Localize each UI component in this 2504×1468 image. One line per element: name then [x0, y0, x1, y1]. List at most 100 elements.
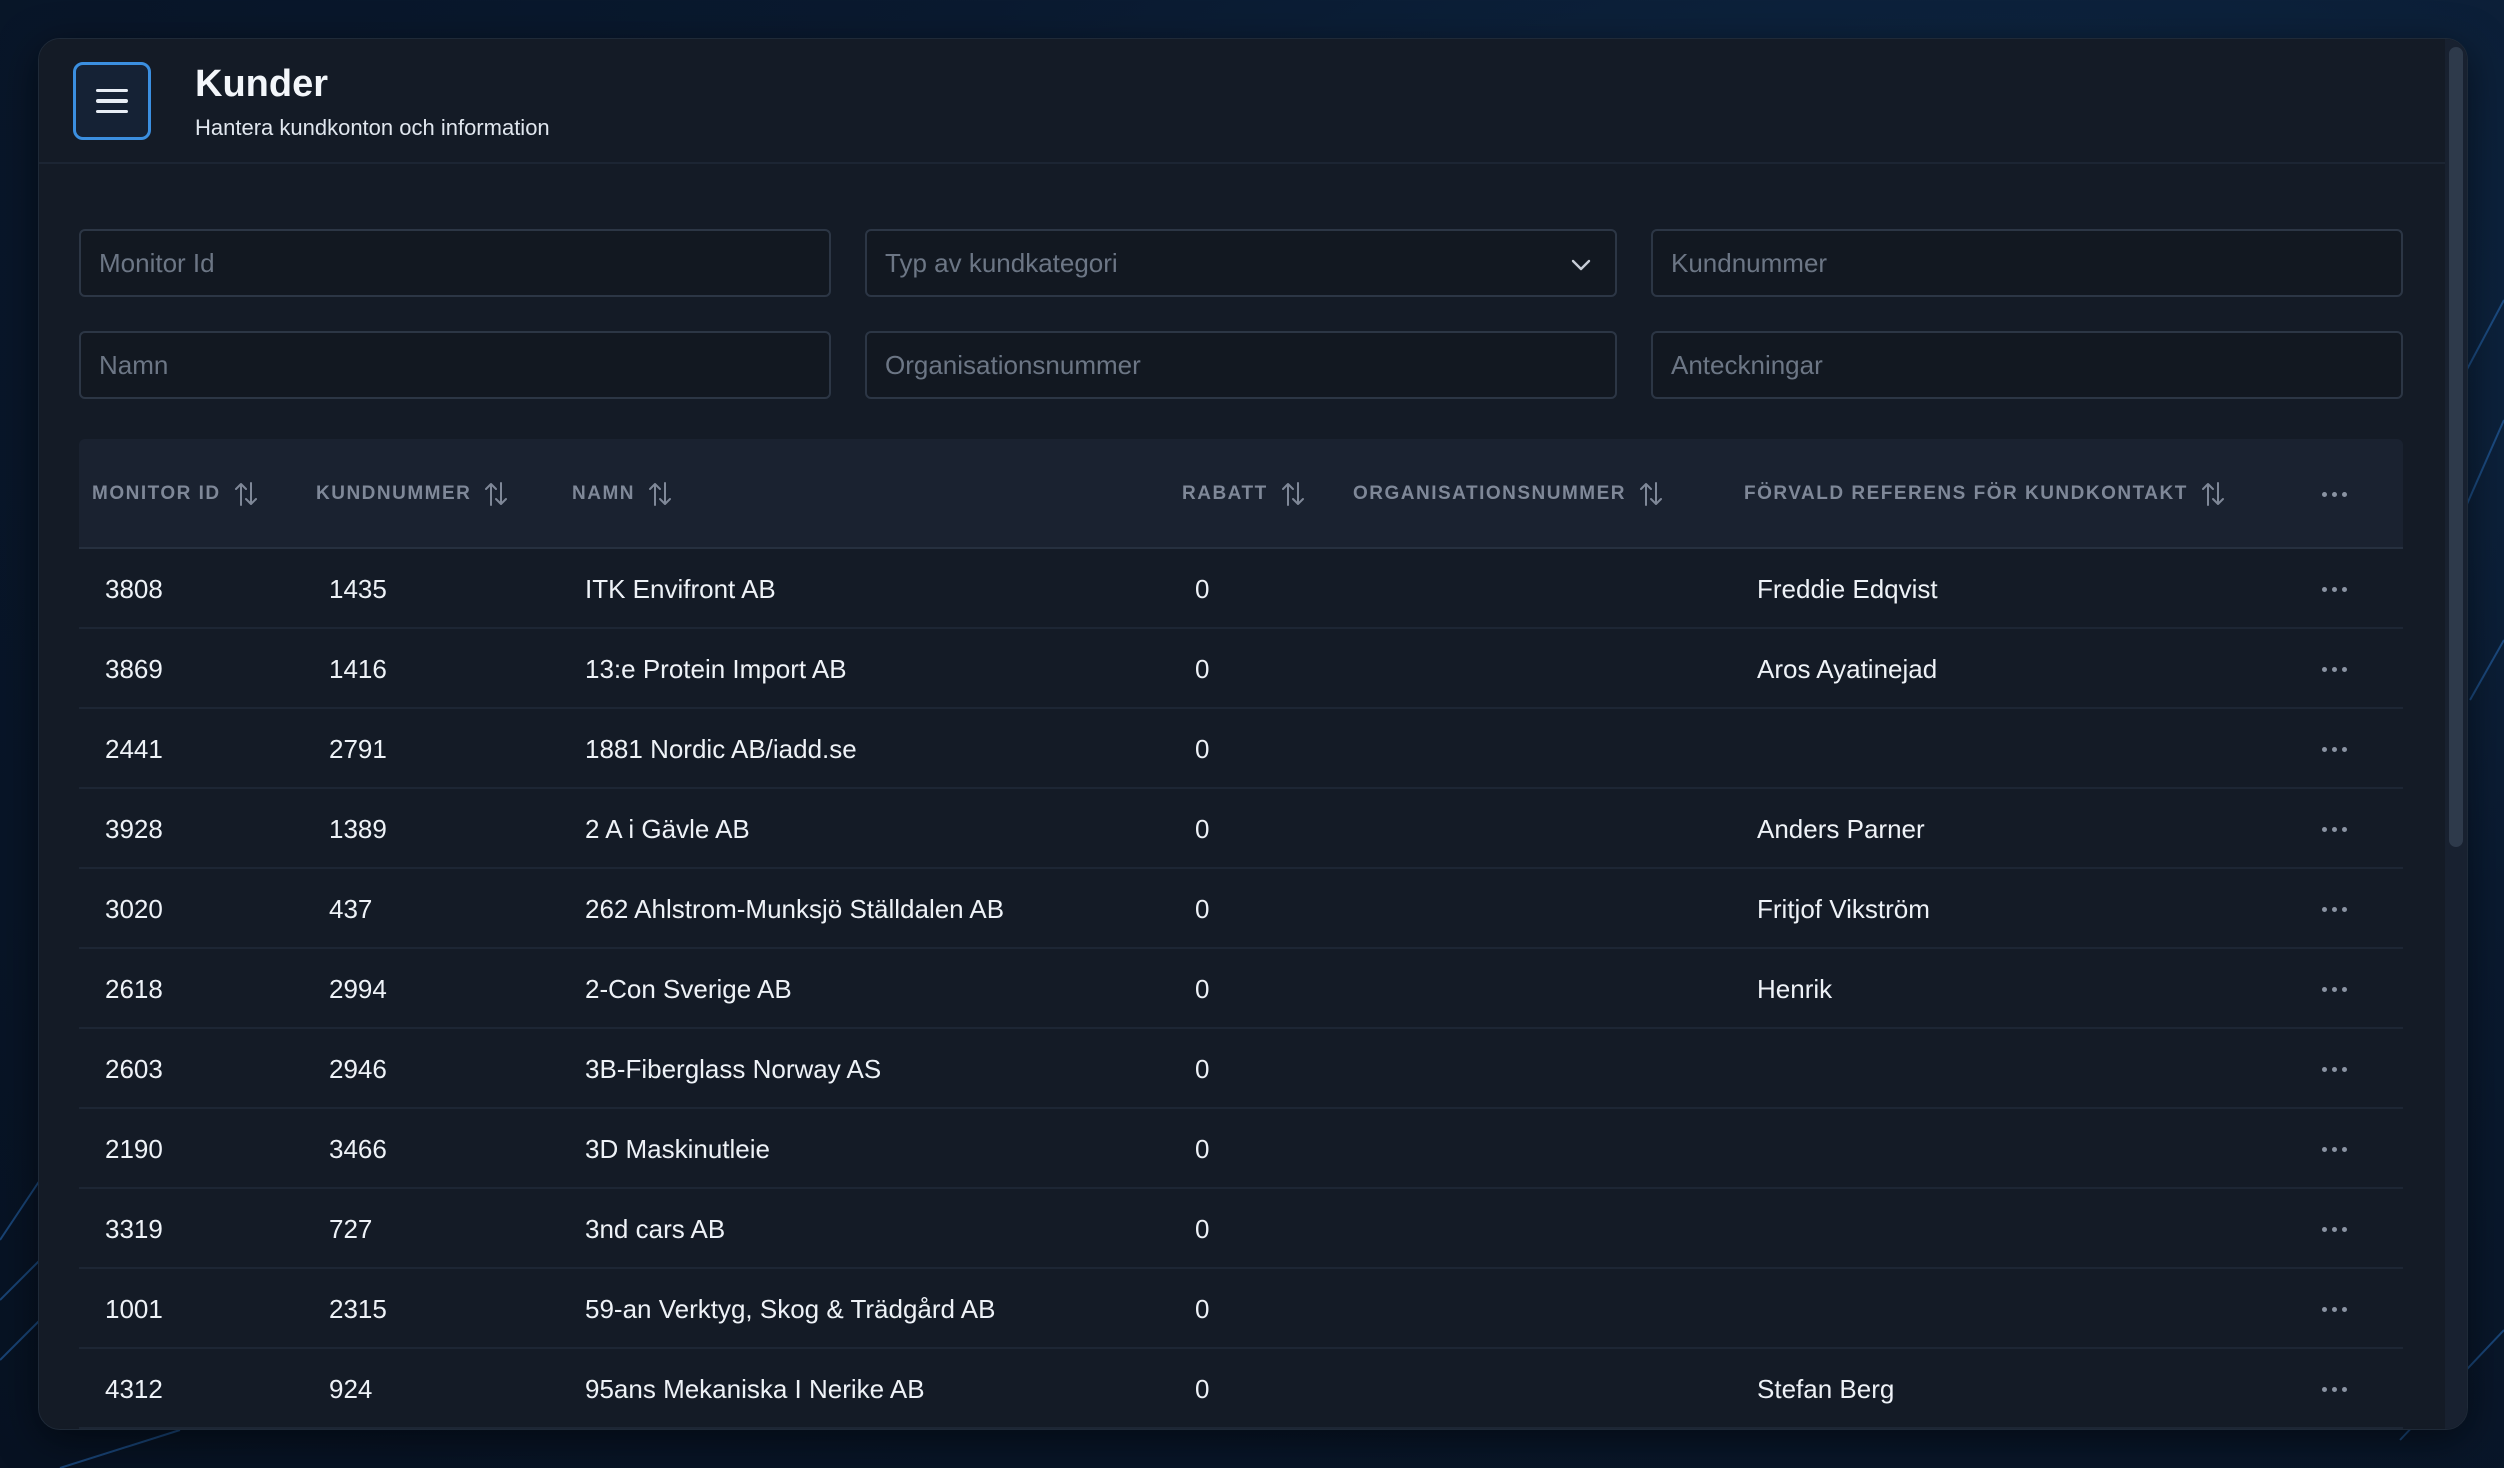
monitor-id-field[interactable] — [79, 229, 831, 297]
cell-kundnummer: 1435 — [329, 573, 387, 604]
more-horizontal-icon[interactable] — [2322, 1189, 2347, 1269]
cell-namn: 1881 Nordic AB/iadd.se — [585, 733, 857, 764]
customers-panel: Kunder Hantera kundkonton och informatio… — [38, 38, 2468, 1430]
column-header-referens[interactable]: FÖRVALD REFERENS FÖR KUNDKONTAKT — [1744, 439, 2226, 549]
more-horizontal-icon[interactable] — [2322, 709, 2347, 789]
cell-kundnummer: 3466 — [329, 1133, 387, 1164]
sort-arrows-icon — [649, 482, 671, 506]
column-header-kundnummer[interactable]: KUNDNUMMER — [316, 439, 509, 549]
cell-rabatt: 0 — [1195, 1133, 1210, 1164]
cell-rabatt: 0 — [1195, 573, 1210, 604]
cell-monitor-id: 3808 — [105, 573, 163, 604]
table-row[interactable]: 3869 1416 13:e Protein Import AB 0 Aros … — [79, 629, 2403, 709]
cell-referens: Henrik — [1757, 973, 1833, 1004]
sort-arrows-icon — [1281, 482, 1304, 506]
cell-namn: 262 Ahlstrom-Munksjö Ställdalen AB — [585, 893, 1005, 924]
more-horizontal-icon[interactable] — [2322, 1029, 2347, 1109]
more-horizontal-icon[interactable] — [2322, 1349, 2347, 1429]
cell-monitor-id: 2603 — [105, 1053, 163, 1084]
sort-arrows-icon — [1640, 482, 1663, 506]
cell-monitor-id: 3020 — [105, 893, 163, 924]
hamburger-menu-icon — [96, 88, 128, 114]
cell-namn: 3nd cars AB — [585, 1213, 726, 1244]
column-label: FÖRVALD REFERENS FÖR KUNDKONTAKT — [1744, 483, 2188, 504]
kundkategori-placeholder: Typ av kundkategori — [885, 247, 1118, 278]
namn-field[interactable] — [79, 331, 831, 399]
table-row[interactable]: 3928 1389 2 A i Gävle AB 0 Anders Parner — [79, 789, 2403, 869]
vertical-scrollbar[interactable] — [2445, 39, 2467, 1429]
table-row[interactable]: 3808 1435 ITK Envifront AB 0 Freddie Edq… — [79, 549, 2403, 629]
column-label: MONITOR ID — [92, 483, 221, 504]
more-horizontal-icon[interactable] — [2322, 869, 2347, 949]
cell-namn: ITK Envifront AB — [585, 573, 776, 604]
cell-kundnummer: 1389 — [329, 813, 387, 844]
more-horizontal-icon[interactable] — [2322, 549, 2347, 629]
cell-monitor-id: 2441 — [105, 733, 163, 764]
cell-monitor-id: 4312 — [105, 1373, 163, 1404]
cell-namn: 3B-Fiberglass Norway AS — [585, 1053, 882, 1084]
page-subtitle: Hantera kundkonton och information — [195, 115, 550, 140]
column-label: RABATT — [1182, 483, 1268, 504]
kundnummer-field[interactable] — [1651, 229, 2403, 297]
cell-referens: Stefan Berg — [1757, 1373, 1895, 1404]
customers-table: MONITOR ID KUNDNUMMER NAMN RABATT ORGANI… — [79, 439, 2403, 1429]
cell-monitor-id: 3319 — [105, 1213, 163, 1244]
table-row[interactable]: 3020 437 262 Ahlstrom-Munksjö Ställdalen… — [79, 869, 2403, 949]
chevron-down-icon — [1571, 259, 1591, 271]
table-row[interactable]: 2618 2994 2-Con Sverige AB 0 Henrik — [79, 949, 2403, 1029]
cell-namn: 13:e Protein Import AB — [585, 653, 847, 684]
monitor-id-input[interactable] — [99, 247, 829, 279]
column-header-monitor-id[interactable]: MONITOR ID — [92, 439, 259, 549]
table-row[interactable]: 2603 2946 3B-Fiberglass Norway AS 0 — [79, 1029, 2403, 1109]
cell-kundnummer: 2315 — [329, 1293, 387, 1324]
more-horizontal-icon[interactable] — [2322, 629, 2347, 709]
column-header-rabatt[interactable]: RABATT — [1182, 439, 1306, 549]
cell-rabatt: 0 — [1195, 1053, 1210, 1084]
column-label: NAMN — [572, 483, 635, 504]
more-horizontal-icon[interactable] — [2322, 1109, 2347, 1189]
cell-kundnummer: 437 — [329, 893, 373, 924]
column-header-organisationsnummer[interactable]: ORGANISATIONSNUMMER — [1353, 439, 1664, 549]
kundnummer-input[interactable] — [1671, 247, 2401, 279]
cell-kundnummer: 2994 — [329, 973, 387, 1004]
cell-namn: 3D Maskinutleie — [585, 1133, 770, 1164]
cell-monitor-id: 3869 — [105, 653, 163, 684]
column-header-namn[interactable]: NAMN — [572, 439, 673, 549]
more-horizontal-icon[interactable] — [2322, 789, 2347, 869]
filter-section: Typ av kundkategori — [79, 229, 2403, 433]
cell-rabatt: 0 — [1195, 813, 1210, 844]
cell-kundnummer: 727 — [329, 1213, 373, 1244]
cell-namn: 2-Con Sverige AB — [585, 973, 792, 1004]
table-row[interactable]: 3319 727 3nd cars AB 0 — [79, 1189, 2403, 1269]
more-horizontal-icon[interactable] — [2322, 439, 2347, 549]
cell-monitor-id: 2618 — [105, 973, 163, 1004]
more-horizontal-icon[interactable] — [2322, 1269, 2347, 1349]
page-header: Kunder Hantera kundkonton och informatio… — [39, 39, 2467, 164]
cell-rabatt: 0 — [1195, 1293, 1210, 1324]
menu-button[interactable] — [73, 62, 151, 140]
organisationsnummer-input[interactable] — [885, 349, 1615, 381]
cell-rabatt: 0 — [1195, 733, 1210, 764]
more-horizontal-icon[interactable] — [2322, 949, 2347, 1029]
table-row[interactable]: 1001 2315 59-an Verktyg, Skog & Trädgård… — [79, 1269, 2403, 1349]
scrollbar-thumb[interactable] — [2449, 47, 2463, 847]
anteckningar-input[interactable] — [1671, 349, 2401, 381]
sort-arrows-icon — [234, 482, 257, 506]
cell-namn: 59-an Verktyg, Skog & Trädgård AB — [585, 1293, 996, 1324]
anteckningar-field[interactable] — [1651, 331, 2403, 399]
cell-rabatt: 0 — [1195, 653, 1210, 684]
table-row[interactable]: 4312 924 95ans Mekaniska I Nerike AB 0 S… — [79, 1349, 2403, 1429]
table-header: MONITOR ID KUNDNUMMER NAMN RABATT ORGANI… — [79, 439, 2403, 549]
page-title: Kunder — [195, 63, 328, 105]
organisationsnummer-field[interactable] — [865, 331, 1617, 399]
cell-namn: 2 A i Gävle AB — [585, 813, 750, 844]
table-row[interactable]: 2441 2791 1881 Nordic AB/iadd.se 0 — [79, 709, 2403, 789]
cell-referens: Fritjof Vikström — [1757, 893, 1930, 924]
namn-input[interactable] — [99, 349, 829, 381]
cell-kundnummer: 2791 — [329, 733, 387, 764]
cell-monitor-id: 1001 — [105, 1293, 163, 1324]
table-row[interactable]: 2190 3466 3D Maskinutleie 0 — [79, 1109, 2403, 1189]
cell-kundnummer: 924 — [329, 1373, 373, 1404]
kundkategori-select[interactable]: Typ av kundkategori — [865, 229, 1617, 297]
cell-rabatt: 0 — [1195, 1373, 1210, 1404]
